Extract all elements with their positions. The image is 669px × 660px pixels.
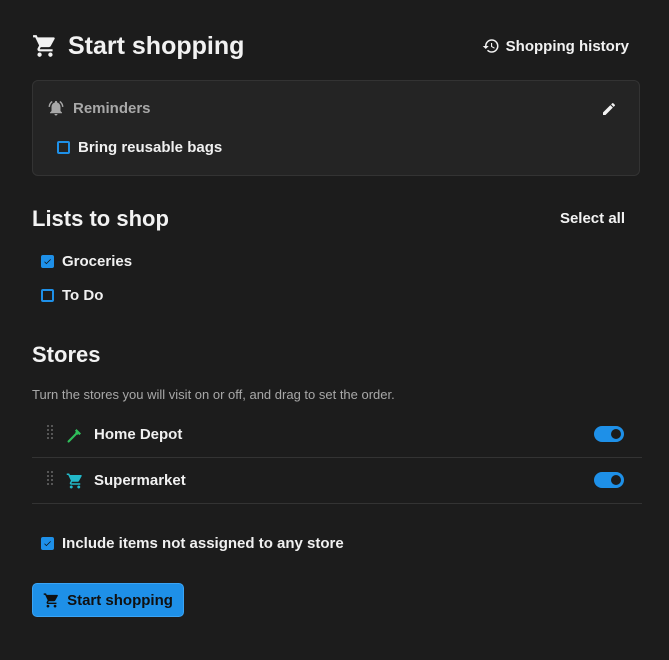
reminders-header: Reminders (47, 99, 151, 117)
start-shopping-button[interactable]: Start shopping (32, 583, 184, 617)
store-name: Home Depot (94, 426, 183, 443)
include-unassigned-checkbox[interactable] (41, 537, 54, 550)
hammer-icon (66, 426, 84, 444)
store-row-home-depot: Home Depot (32, 412, 642, 458)
bell-alert-icon (47, 99, 65, 117)
lists-section-title: Lists to shop (32, 206, 169, 231)
include-unassigned: Include items not assigned to any store (41, 535, 344, 552)
cart-icon (43, 592, 60, 609)
store-name: Supermarket (94, 472, 186, 489)
title-wrap: Start shopping (32, 32, 244, 61)
store-toggle-supermarket[interactable] (594, 472, 624, 488)
store-row-supermarket: Supermarket (32, 458, 642, 504)
include-unassigned-label: Include items not assigned to any store (62, 535, 344, 552)
start-shopping-label: Start shopping (67, 591, 173, 609)
todo-checkbox[interactable] (41, 289, 54, 302)
drag-handle-icon[interactable] (46, 424, 54, 445)
reminders-card: Reminders Bring reusable bags (32, 80, 640, 176)
shopping-history-button[interactable]: Shopping history (482, 37, 629, 55)
history-icon (482, 37, 500, 55)
cart-icon (66, 472, 84, 490)
check-icon (44, 541, 51, 547)
toggle-knob (611, 475, 621, 485)
reminder-item: Bring reusable bags (57, 139, 222, 156)
stores-description: Turn the stores you will visit on or off… (32, 387, 395, 402)
toggle-knob (611, 429, 621, 439)
list-item-groceries: Groceries (41, 253, 132, 270)
page-title: Start shopping (68, 31, 245, 60)
shopping-history-label: Shopping history (505, 37, 629, 55)
pencil-icon (601, 101, 617, 117)
list-item-todo: To Do (41, 287, 103, 304)
reminders-title: Reminders (73, 99, 151, 117)
reminder-label: Bring reusable bags (78, 139, 223, 156)
stores-section-title: Stores (32, 342, 101, 367)
list-label-todo: To Do (62, 287, 104, 304)
reminder-checkbox[interactable] (57, 141, 70, 154)
check-icon (44, 259, 51, 265)
page-header: Start shopping Shopping history (32, 28, 629, 64)
cart-icon (32, 33, 58, 59)
list-label-groceries: Groceries (62, 253, 133, 270)
store-toggle-home-depot[interactable] (594, 426, 624, 442)
drag-handle-icon[interactable] (46, 470, 54, 491)
edit-reminders-button[interactable] (601, 101, 617, 117)
groceries-checkbox[interactable] (41, 255, 54, 268)
select-all-button[interactable]: Select all (560, 210, 625, 227)
